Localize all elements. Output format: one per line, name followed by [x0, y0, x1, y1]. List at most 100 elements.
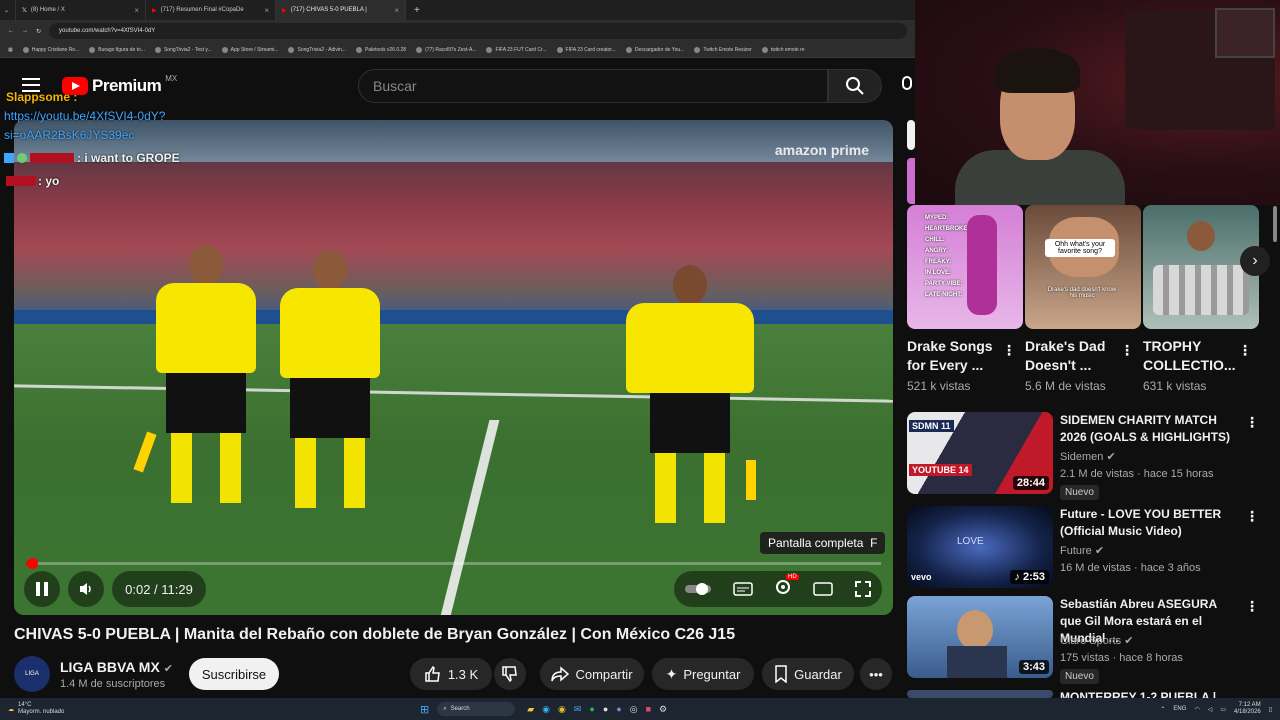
speaker-icon[interactable]: ◁ — [1208, 706, 1213, 713]
language-indicator[interactable]: ENG — [1173, 706, 1186, 712]
close-icon[interactable]: × — [264, 6, 269, 15]
reload-icon[interactable]: ↻ — [36, 28, 41, 35]
settings-button[interactable]: HD — [774, 573, 799, 601]
subtitles-icon[interactable] — [733, 581, 753, 597]
video-title[interactable]: Future - LOVE YOU BETTER (Official Music… — [1060, 506, 1240, 540]
microphone-icon[interactable] — [900, 76, 914, 96]
short-title[interactable]: Drake's Dad Doesn't ... — [1025, 337, 1125, 375]
obs-icon[interactable]: ◎ — [630, 704, 638, 715]
edge-icon[interactable]: ◉ — [542, 704, 550, 715]
bookmark[interactable]: Paletools v26.0.28 — [355, 46, 406, 53]
channel-name[interactable]: Sidemen ✔ — [1060, 450, 1116, 463]
app-icon[interactable]: ■ — [646, 704, 651, 715]
forward-icon[interactable]: → — [22, 28, 28, 34]
save-button[interactable]: Guardar — [762, 658, 854, 690]
bookmark[interactable]: Twitch Emote Resizer — [694, 46, 752, 53]
back-icon[interactable]: ← — [8, 28, 14, 34]
video-thumbnail[interactable]: SDMN 11 YOUTUBE 14 28:44 — [907, 412, 1053, 494]
search-input[interactable]: Buscar — [358, 69, 828, 103]
scrubber-handle[interactable] — [26, 558, 38, 569]
autoplay-toggle-icon[interactable] — [684, 582, 712, 596]
github-icon[interactable]: ● — [603, 704, 608, 715]
new-tab-button[interactable]: + — [406, 5, 428, 16]
pause-button[interactable] — [24, 571, 60, 607]
app-icon[interactable]: ⚙ — [659, 704, 667, 715]
ask-button[interactable]: ✦ Preguntar — [652, 658, 754, 690]
short-title[interactable]: TROPHY COLLECTIO... — [1143, 337, 1243, 375]
bookmark[interactable]: (77) Racol97s Zest-A... — [416, 46, 476, 53]
file-explorer-icon[interactable]: ▰ — [527, 704, 534, 715]
taskbar-search[interactable]: ⌕ Search — [437, 702, 516, 716]
short-thumbnail[interactable]: MYPED: HEARTBROKEN: CHILL: ANGRY: FREAKY… — [907, 205, 1023, 329]
bookmark[interactable]: Descargador de You... — [625, 46, 684, 53]
more-vert-icon[interactable]: ⋮ — [1238, 342, 1252, 359]
channel-name[interactable]: Claro Sports ✔ — [1060, 634, 1133, 647]
channel-name[interactable]: LIGA BBVA MX ✔ — [60, 659, 173, 675]
theater-mode-icon[interactable] — [813, 582, 833, 596]
new-badge: Nuevo — [1060, 669, 1099, 684]
video-thumbnail[interactable]: 3:43 — [907, 596, 1053, 678]
score-badge: SDMN 11 — [909, 420, 954, 432]
close-icon[interactable]: × — [134, 6, 139, 15]
chevron-up-icon[interactable]: ⌃ — [1160, 706, 1165, 713]
channel-avatar[interactable]: LIGA — [14, 656, 50, 692]
like-button[interactable]: 1.3 K — [410, 658, 492, 690]
spotify-icon[interactable]: ● — [589, 704, 594, 715]
video-title[interactable]: MONTERREY 1-2 PUEBLA | ... — [1060, 690, 1240, 698]
bookmark[interactable]: FIFA 23 FUT Card Cr... — [486, 46, 547, 53]
more-vert-icon[interactable]: ⋮ — [1002, 342, 1016, 359]
chat-message: : yo — [6, 174, 59, 188]
bookmark[interactable]: Happy Cristiano Ro... — [22, 46, 79, 53]
bookmark[interactable]: SongTrivia2 - Test y... — [154, 46, 212, 53]
clock-time: 7:12 AM — [1238, 702, 1261, 708]
discord-icon[interactable]: ● — [616, 704, 621, 715]
video-player[interactable]: amazon prime Pantalla completa F 0:02 / … — [14, 120, 893, 615]
browser-tab[interactable]: ▶ (717) Resumen Final #CopaDe × — [146, 0, 276, 20]
close-icon[interactable]: × — [394, 6, 399, 15]
progress-bar[interactable] — [26, 558, 881, 569]
video-title[interactable]: SIDEMEN CHARITY MATCH 2026 (GOALS & HIGH… — [1060, 412, 1240, 446]
more-vert-icon[interactable]: ⋮ — [1245, 598, 1259, 615]
weather-widget[interactable]: ☁ 14°C Mayorm. nublado — [0, 702, 420, 716]
notification-icon[interactable]: ▯ — [1269, 706, 1272, 713]
address-bar[interactable]: youtube.com/watch?v=4XfSVI4-0dY — [49, 23, 907, 39]
chat-link[interactable]: https://youtu.be/4XfSVI4-0dY? — [4, 109, 165, 123]
bookmark[interactable]: App Store / Streami... — [221, 46, 278, 53]
wifi-icon[interactable]: ◠ — [1194, 706, 1199, 713]
share-button[interactable]: Compartir — [540, 658, 644, 690]
short-title[interactable]: Drake Songs for Every ... — [907, 337, 1007, 375]
mail-icon[interactable]: ✉ — [574, 704, 582, 715]
battery-icon[interactable]: ▭ — [1220, 706, 1226, 713]
bookmark[interactable]: FIFA 23 Card creator... — [556, 46, 616, 53]
tab-list-icon[interactable]: ⌄ — [4, 7, 9, 14]
search-button[interactable] — [828, 69, 882, 103]
dislike-button[interactable] — [494, 658, 526, 690]
sidebar-scrollbar[interactable] — [1273, 206, 1277, 242]
volume-button[interactable] — [68, 571, 104, 607]
browser-tab[interactable]: ⌄ — [0, 0, 16, 20]
youtube-premium-logo[interactable]: Premium MX — [62, 74, 177, 96]
apps-icon[interactable]: ▦ — [8, 47, 13, 53]
subscribe-button[interactable]: Suscribirse — [189, 658, 279, 690]
video-thumbnail[interactable]: LOVE vevo ♪ 2:53 — [907, 506, 1053, 588]
chat-link[interactable]: si=oAAR2BsK6JYS39ec — [4, 128, 134, 142]
thumbs-down-icon — [502, 666, 517, 683]
more-vert-icon[interactable]: ⋮ — [1245, 414, 1259, 431]
short-thumbnail[interactable]: Ohh what's your favorite song? Drake's d… — [1025, 205, 1141, 329]
more-vert-icon[interactable]: ⋮ — [1245, 508, 1259, 525]
bookmark[interactable]: Burago figura de to... — [89, 46, 145, 53]
video-thumbnail[interactable] — [907, 690, 1053, 698]
time-text: 0:02 / 11:29 — [125, 581, 193, 597]
more-actions-button[interactable]: ••• — [860, 658, 892, 690]
more-vert-icon[interactable]: ⋮ — [1120, 342, 1134, 359]
bookmark[interactable]: SongTrivia2 - Adivin... — [288, 46, 346, 53]
fullscreen-icon[interactable] — [854, 580, 872, 598]
bookmark[interactable]: twitch emote re — [761, 46, 805, 53]
browser-tab[interactable]: ▶ (717) CHIVAS 5-0 PUEBLA | × — [276, 0, 406, 20]
chrome-icon[interactable]: ◉ — [558, 704, 566, 715]
windows-start-icon[interactable]: ⊞ — [420, 703, 429, 716]
shorts-next-button[interactable]: › — [1240, 246, 1270, 276]
clock[interactable]: 7:12 AM 4/18/2026 — [1234, 702, 1261, 716]
channel-name[interactable]: Future ✔ — [1060, 544, 1104, 557]
browser-tab[interactable]: 𝕏 (8) Home / X × — [16, 0, 146, 20]
